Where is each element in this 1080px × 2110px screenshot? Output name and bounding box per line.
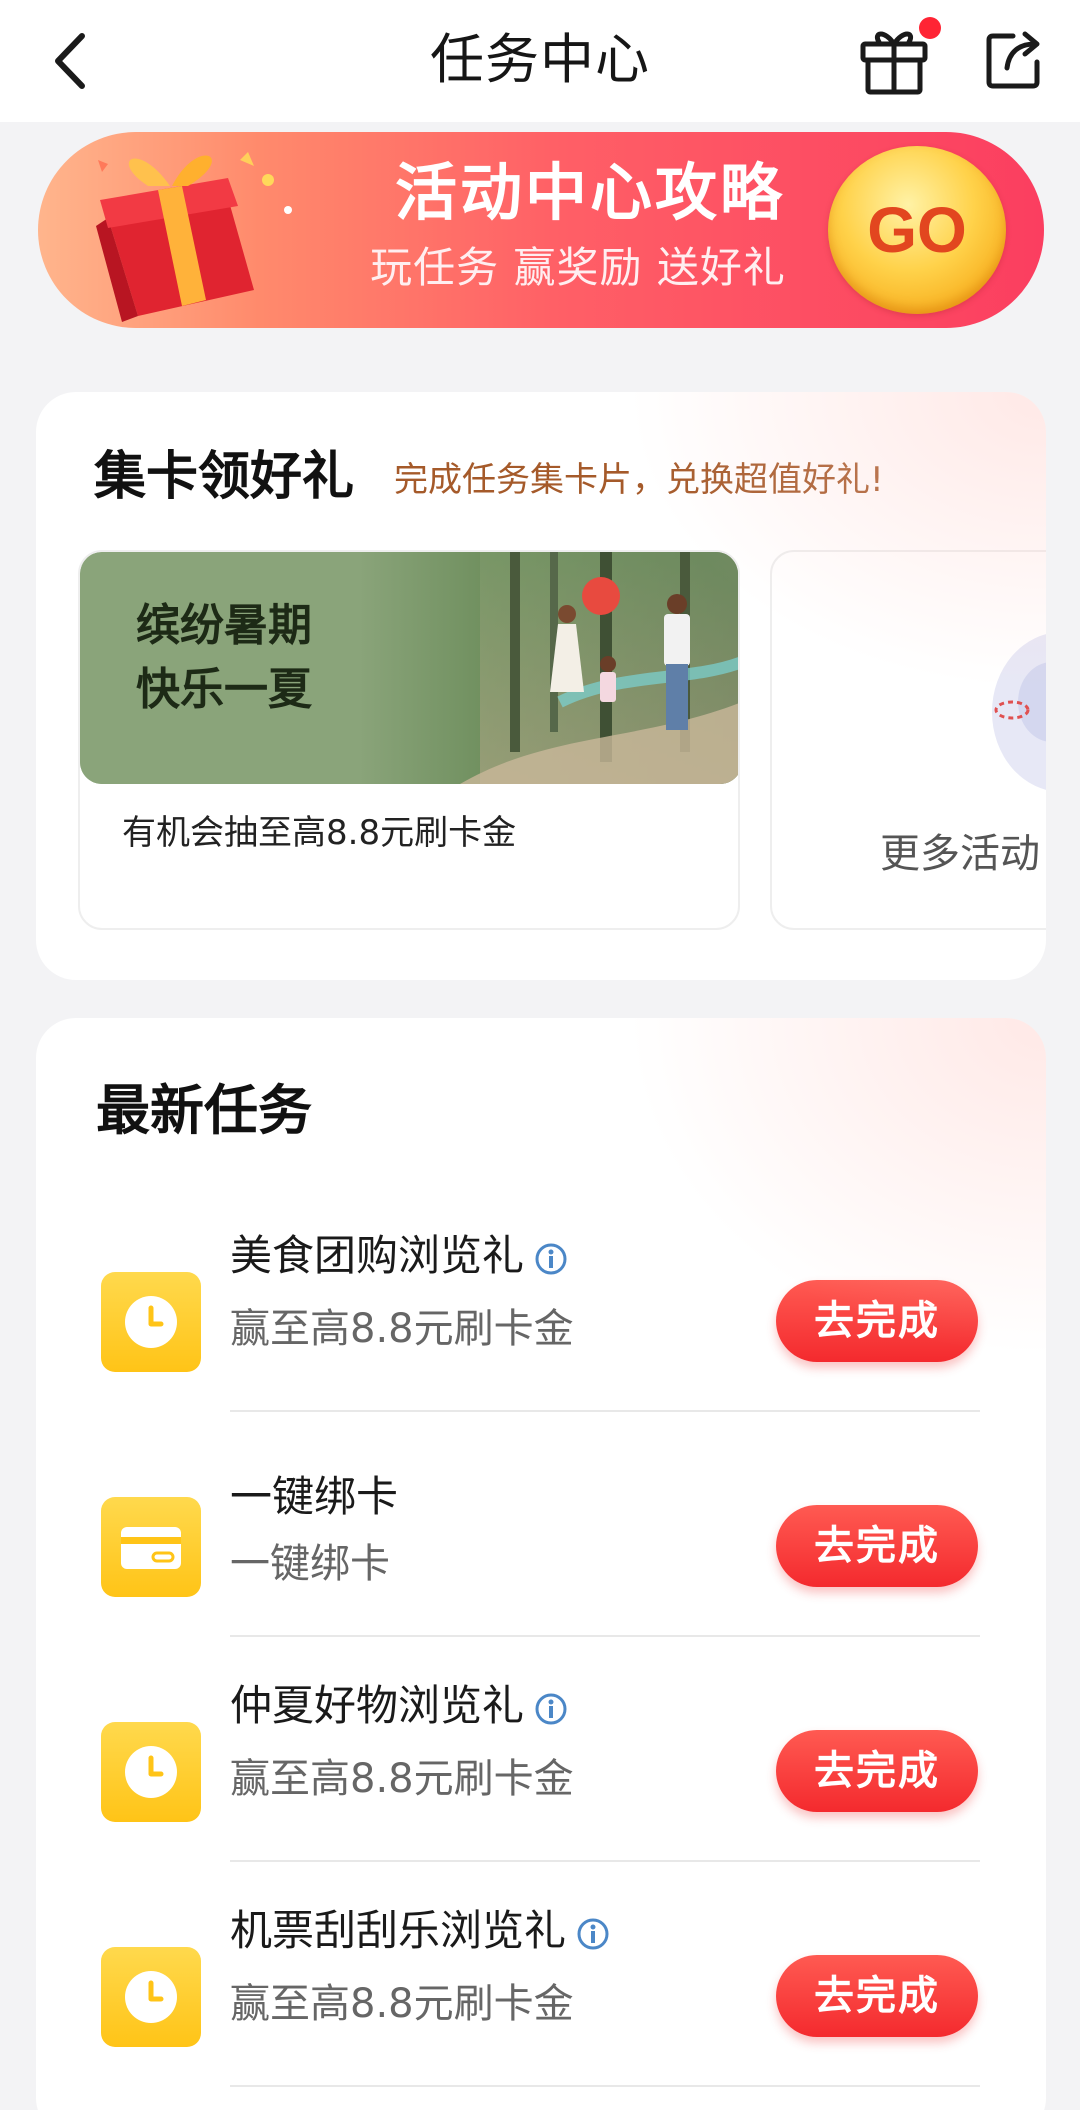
promo-image-title: 缤纷暑期 快乐一夏 bbox=[136, 594, 312, 722]
divider bbox=[230, 2085, 980, 2087]
complete-task-button[interactable]: 去完成 bbox=[776, 1280, 978, 1362]
card-icon bbox=[101, 1497, 201, 1597]
task-subtitle: 一键绑卡 bbox=[230, 1541, 390, 1587]
task-row: 一键绑卡 一键绑卡 去完成 bbox=[36, 1411, 1046, 1637]
info-icon[interactable] bbox=[534, 1242, 568, 1276]
promo-description: 有机会抽至高8.8元刷卡金 bbox=[122, 813, 517, 853]
clock-icon bbox=[101, 1722, 201, 1822]
task-subtitle: 赢至高8.8元刷卡金 bbox=[230, 1756, 574, 1802]
promo-title-line-2: 快乐一夏 bbox=[136, 664, 312, 715]
task-name-text: 美食团购浏览礼 bbox=[230, 1231, 525, 1280]
complete-task-button[interactable]: 去完成 bbox=[776, 1730, 978, 1812]
section-description: 完成任务集卡片，兑换超值好礼! bbox=[394, 460, 884, 500]
gift-box-icon bbox=[96, 152, 292, 322]
more-activities-card[interactable]: 更多活动 bbox=[770, 550, 1046, 930]
complete-task-button[interactable]: 去完成 bbox=[776, 1505, 978, 1587]
clock-icon bbox=[101, 1272, 201, 1372]
collect-cards-section: 集卡领好礼 完成任务集卡片，兑换超值好礼! 缤纷暑期 快乐一夏 有机会抽至高8.… bbox=[36, 392, 1046, 980]
mascot-illustration bbox=[992, 634, 1046, 790]
promo-image: 缤纷暑期 快乐一夏 bbox=[80, 552, 738, 784]
share-button[interactable] bbox=[985, 26, 1045, 92]
summer-promo-card[interactable]: 缤纷暑期 快乐一夏 有机会抽至高8.8元刷卡金 bbox=[78, 550, 740, 930]
notification-dot bbox=[919, 17, 941, 39]
task-name-text: 机票刮刮乐浏览礼 bbox=[230, 1906, 567, 1955]
task-name: 一键绑卡 bbox=[230, 1467, 398, 1527]
task-name: 仲夏好物浏览礼 bbox=[230, 1676, 568, 1736]
more-activities-label: 更多活动 bbox=[880, 831, 1040, 877]
share-icon bbox=[986, 31, 1040, 89]
task-row: 机票刮刮乐浏览礼 赢至高8.8元刷卡金 去完成 bbox=[36, 1861, 1046, 2087]
go-button[interactable]: GO bbox=[828, 146, 1006, 314]
task-name-text: 仲夏好物浏览礼 bbox=[230, 1681, 525, 1730]
task-name: 机票刮刮乐浏览礼 bbox=[230, 1901, 610, 1961]
info-icon[interactable] bbox=[534, 1692, 568, 1726]
top-nav-bar: 任务中心 bbox=[0, 0, 1080, 122]
banner-title: 活动中心攻略 bbox=[394, 156, 785, 229]
task-row: 仲夏好物浏览礼 赢至高8.8元刷卡金 去完成 bbox=[36, 1636, 1046, 1862]
latest-tasks-section: 最新任务 美食团购浏览礼 赢至高8.8元刷卡金 去完成 一键绑卡 一键绑卡 去完… bbox=[36, 1018, 1046, 2110]
task-name: 美食团购浏览礼 bbox=[230, 1226, 568, 1286]
complete-task-button[interactable]: 去完成 bbox=[776, 1955, 978, 2037]
promo-title-line-1: 缤纷暑期 bbox=[136, 600, 312, 651]
banner-subtitle: 玩任务 赢奖励 送好礼 bbox=[370, 243, 786, 292]
task-name-text: 一键绑卡 bbox=[230, 1472, 399, 1521]
info-icon[interactable] bbox=[576, 1917, 610, 1951]
section-title: 最新任务 bbox=[96, 1079, 312, 1142]
task-row: 美食团购浏览礼 赢至高8.8元刷卡金 去完成 bbox=[36, 1186, 1046, 1412]
task-subtitle: 赢至高8.8元刷卡金 bbox=[230, 1981, 574, 2027]
activity-guide-banner[interactable]: 活动中心攻略 玩任务 赢奖励 送好礼 GO bbox=[38, 132, 1044, 328]
section-title: 集卡领好礼 bbox=[94, 447, 355, 507]
task-subtitle: 赢至高8.8元刷卡金 bbox=[230, 1306, 574, 1352]
clock-icon bbox=[101, 1947, 201, 2047]
go-label: GO bbox=[867, 194, 967, 266]
